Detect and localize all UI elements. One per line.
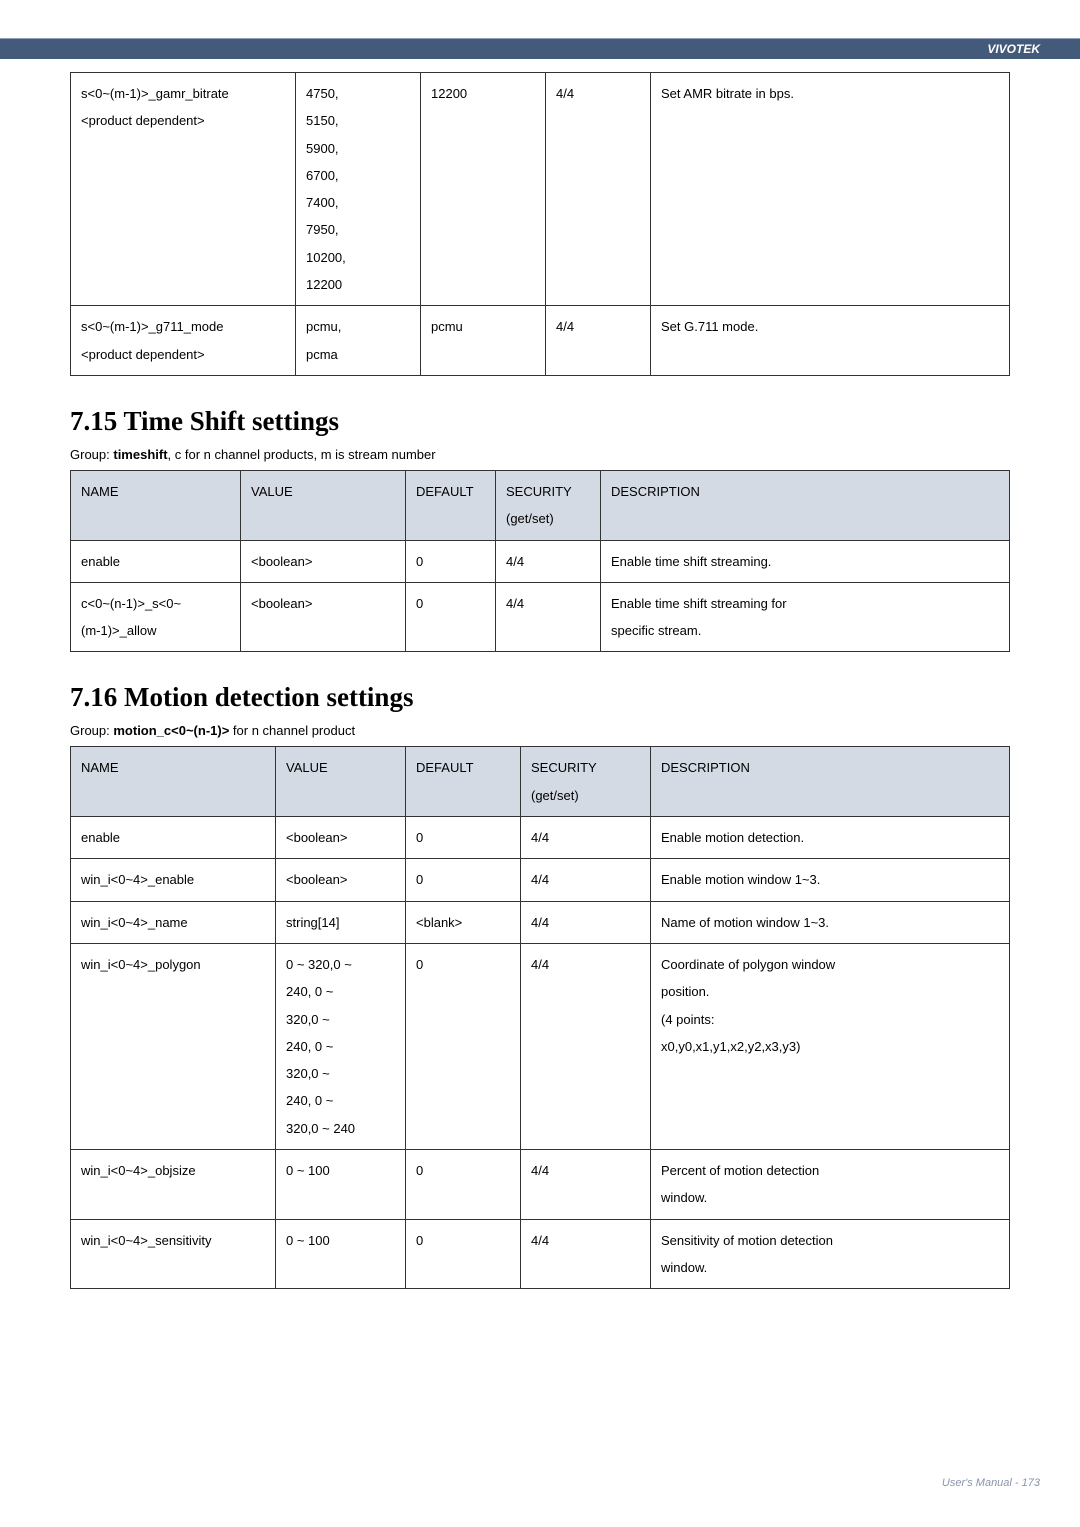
table-row: win_i<0~4>_polygon 0 ~ 320,0 ~240, 0 ~32…: [71, 943, 1010, 1149]
header-name: NAME: [71, 470, 241, 540]
group-text-715: Group: timeshift, c for n channel produc…: [70, 447, 1010, 462]
param-security: 4/4: [496, 582, 601, 652]
param-name: win_i<0~4>_sensitivity: [71, 1219, 276, 1289]
param-security: 4/4: [496, 540, 601, 582]
param-default: 0: [406, 859, 521, 901]
header-security: SECURITY (get/set): [496, 470, 601, 540]
table-row: win_i<0~4>_name string[14] <blank> 4/4 N…: [71, 901, 1010, 943]
security-label: SECURITY: [531, 760, 597, 775]
param-name: win_i<0~4>_polygon: [71, 943, 276, 1149]
param-description: Set G.711 mode.: [651, 306, 1010, 376]
param-default: 12200: [421, 73, 546, 306]
param-security: 4/4: [546, 306, 651, 376]
param-default: 0: [406, 582, 496, 652]
header-name: NAME: [71, 747, 276, 817]
param-default: pcmu: [421, 306, 546, 376]
table-row: enable <boolean> 0 4/4 Enable motion det…: [71, 817, 1010, 859]
param-default: 0: [406, 540, 496, 582]
group-prefix: Group:: [70, 723, 113, 738]
header-value: VALUE: [241, 470, 406, 540]
table-row: s<0~(m-1)>_gamr_bitrate <product depende…: [71, 73, 1010, 306]
param-description: Enable time shift streaming forspecific …: [601, 582, 1010, 652]
name-line2: <product dependent>: [81, 113, 205, 128]
param-description: Coordinate of polygon windowposition.(4 …: [651, 943, 1010, 1149]
header-value: VALUE: [276, 747, 406, 817]
settings-table-1: s<0~(m-1)>_gamr_bitrate <product depende…: [70, 72, 1010, 376]
table-row: s<0~(m-1)>_g711_mode <product dependent>…: [71, 306, 1010, 376]
header-bar: VIVOTEK: [0, 38, 1080, 59]
param-value: <boolean>: [276, 859, 406, 901]
header-default: DEFAULT: [406, 470, 496, 540]
table-header-row: NAME VALUE DEFAULT SECURITY (get/set) DE…: [71, 747, 1010, 817]
header-security: SECURITY (get/set): [521, 747, 651, 817]
param-name: s<0~(m-1)>_g711_mode <product dependent>: [71, 306, 296, 376]
page-content: s<0~(m-1)>_gamr_bitrate <product depende…: [0, 0, 1080, 1289]
param-security: 4/4: [521, 943, 651, 1149]
table-row: win_i<0~4>_enable <boolean> 0 4/4 Enable…: [71, 859, 1010, 901]
param-description: Sensitivity of motion detectionwindow.: [651, 1219, 1010, 1289]
param-security: 4/4: [521, 1150, 651, 1220]
table-row: win_i<0~4>_objsize 0 ~ 100 0 4/4 Percent…: [71, 1150, 1010, 1220]
security-sub: (get/set): [506, 511, 554, 526]
param-description: Set AMR bitrate in bps.: [651, 73, 1010, 306]
security-label: SECURITY: [506, 484, 572, 499]
param-value: 0 ~ 320,0 ~240, 0 ~320,0 ~240, 0 ~320,0 …: [276, 943, 406, 1149]
param-name: win_i<0~4>_enable: [71, 859, 276, 901]
param-name: c<0~(n-1)>_s<0~(m-1)>_allow: [71, 582, 241, 652]
page-footer: User's Manual - 173: [942, 1477, 1040, 1489]
name-line2: <product dependent>: [81, 347, 205, 362]
param-description: Percent of motion detectionwindow.: [651, 1150, 1010, 1220]
param-name: win_i<0~4>_objsize: [71, 1150, 276, 1220]
param-security: 4/4: [521, 817, 651, 859]
param-default: 0: [406, 943, 521, 1149]
param-description: Name of motion window 1~3.: [651, 901, 1010, 943]
header-description: DESCRIPTION: [601, 470, 1010, 540]
param-security: 4/4: [521, 1219, 651, 1289]
param-value: string[14]: [276, 901, 406, 943]
param-value: 4750,5150,5900,6700,7400,7950,10200,1220…: [296, 73, 421, 306]
group-name: motion_c<0~(n-1)>: [113, 723, 229, 738]
footer-text: User's Manual - 173: [942, 1477, 1040, 1489]
security-sub: (get/set): [531, 788, 579, 803]
param-value: 0 ~ 100: [276, 1219, 406, 1289]
motion-table: NAME VALUE DEFAULT SECURITY (get/set) DE…: [70, 746, 1010, 1289]
name-line1: s<0~(m-1)>_gamr_bitrate: [81, 86, 229, 101]
param-value: <boolean>: [241, 540, 406, 582]
param-security: 4/4: [521, 859, 651, 901]
section-title-716: 7.16 Motion detection settings: [70, 682, 1010, 713]
header-description: DESCRIPTION: [651, 747, 1010, 817]
group-suffix: , c for n channel products, m is stream …: [168, 447, 436, 462]
param-name: win_i<0~4>_name: [71, 901, 276, 943]
group-name: timeshift: [113, 447, 167, 462]
header-default: DEFAULT: [406, 747, 521, 817]
param-default: 0: [406, 1150, 521, 1220]
param-default: 0: [406, 817, 521, 859]
section-title-715: 7.15 Time Shift settings: [70, 406, 1010, 437]
table-row: enable <boolean> 0 4/4 Enable time shift…: [71, 540, 1010, 582]
param-security: 4/4: [546, 73, 651, 306]
group-prefix: Group:: [70, 447, 113, 462]
param-value: 0 ~ 100: [276, 1150, 406, 1220]
group-text-716: Group: motion_c<0~(n-1)> for n channel p…: [70, 723, 1010, 738]
param-description: Enable motion window 1~3.: [651, 859, 1010, 901]
param-value: <boolean>: [241, 582, 406, 652]
param-description: Enable time shift streaming.: [601, 540, 1010, 582]
param-name: enable: [71, 540, 241, 582]
param-name: s<0~(m-1)>_gamr_bitrate <product depende…: [71, 73, 296, 306]
param-name: enable: [71, 817, 276, 859]
param-value: pcmu,pcma: [296, 306, 421, 376]
table-row: c<0~(n-1)>_s<0~(m-1)>_allow <boolean> 0 …: [71, 582, 1010, 652]
timeshift-table: NAME VALUE DEFAULT SECURITY (get/set) DE…: [70, 470, 1010, 652]
param-value: <boolean>: [276, 817, 406, 859]
brand-text: VIVOTEK: [987, 42, 1040, 56]
param-security: 4/4: [521, 901, 651, 943]
param-default: <blank>: [406, 901, 521, 943]
table-row: win_i<0~4>_sensitivity 0 ~ 100 0 4/4 Sen…: [71, 1219, 1010, 1289]
param-default: 0: [406, 1219, 521, 1289]
param-description: Enable motion detection.: [651, 817, 1010, 859]
table-header-row: NAME VALUE DEFAULT SECURITY (get/set) DE…: [71, 470, 1010, 540]
name-line1: s<0~(m-1)>_g711_mode: [81, 319, 224, 334]
group-suffix: for n channel product: [229, 723, 355, 738]
